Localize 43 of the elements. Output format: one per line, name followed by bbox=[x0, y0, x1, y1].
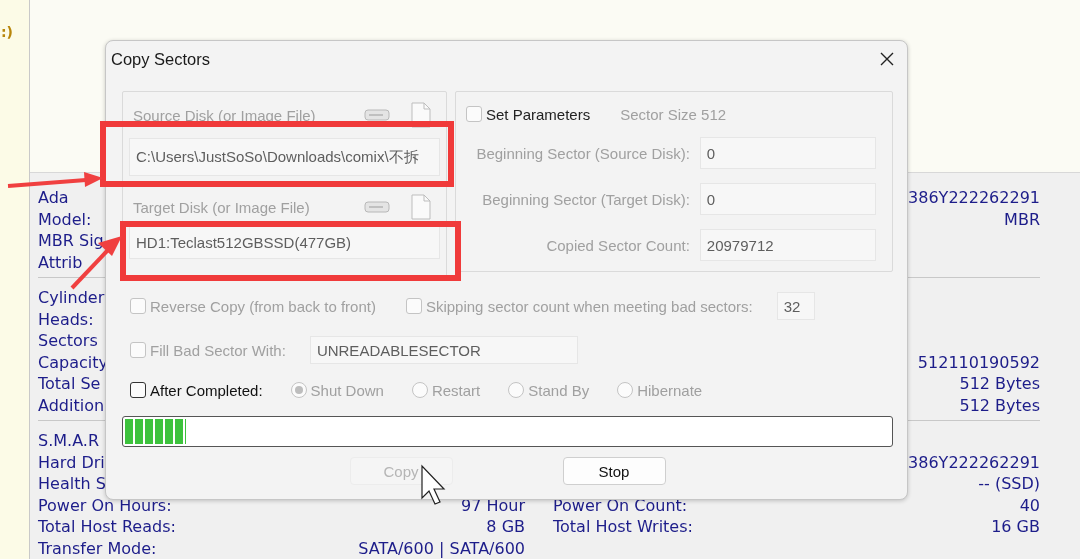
option-checkbox[interactable]: After Completed: bbox=[130, 381, 263, 399]
parameter-label: Copied Sector Count: bbox=[545, 236, 691, 254]
info-label: Power On Count: bbox=[553, 494, 688, 516]
info-label: Ada bbox=[38, 187, 69, 209]
sector-size-text: Sector Size 512 bbox=[620, 105, 727, 123]
corner-text: :) bbox=[1, 24, 13, 40]
info-label: Transfer Mode: bbox=[38, 537, 157, 559]
info-label: Heads: bbox=[38, 308, 94, 330]
info-value: 16 GB bbox=[991, 516, 1040, 538]
info-value: 512 Bytes bbox=[959, 394, 1040, 416]
dialog-button[interactable]: Stop bbox=[562, 457, 666, 485]
info-value: 512110190592 bbox=[917, 351, 1040, 373]
info-label: Capacity bbox=[38, 351, 108, 373]
info-value: SATA/600 | SATA/600 bbox=[358, 537, 525, 559]
info-label: Total Se bbox=[38, 373, 101, 395]
info-label: Cylinder bbox=[38, 287, 105, 309]
info-value: 8 GB bbox=[486, 516, 525, 538]
info-value: 40 bbox=[1019, 494, 1040, 516]
info-value: MBR bbox=[1004, 208, 1040, 230]
parameter-label: Beginning Sector (Source Disk): bbox=[475, 144, 691, 162]
close-icon[interactable] bbox=[879, 51, 895, 67]
info-label: Power On Hours: bbox=[38, 494, 172, 516]
info-value: -- (SSD) bbox=[978, 473, 1040, 495]
info-label: Attrib bbox=[38, 251, 83, 273]
info-label: Hard Dri bbox=[38, 451, 105, 473]
info-label: Total Host Writes: bbox=[553, 516, 693, 538]
info-value: 386Y222262291 bbox=[908, 187, 1040, 209]
parameter-label: Beginning Sector (Target Disk): bbox=[481, 190, 691, 208]
set-parameters-checkbox[interactable]: Set Parameters bbox=[466, 105, 591, 123]
disk-label: Target Disk (or Image File) bbox=[133, 198, 310, 216]
parameter-field[interactable]: 20979712 bbox=[699, 229, 876, 261]
info-label: Model: bbox=[38, 208, 92, 230]
info-value: 512 Bytes bbox=[959, 373, 1040, 395]
parameter-field[interactable]: 0 bbox=[699, 183, 876, 215]
info-label: Sectors bbox=[38, 330, 98, 352]
parameter-field[interactable]: 0 bbox=[699, 137, 876, 169]
info-value: 386Y222262291 bbox=[908, 451, 1040, 473]
info-label: S.M.A.R bbox=[38, 430, 99, 452]
info-label: Total Host Reads: bbox=[38, 516, 176, 538]
dialog-title: Copy Sectors bbox=[111, 49, 211, 69]
info-label: Health S bbox=[38, 473, 106, 495]
info-label: MBR Sig bbox=[38, 230, 104, 252]
info-label: Addition bbox=[38, 394, 105, 416]
